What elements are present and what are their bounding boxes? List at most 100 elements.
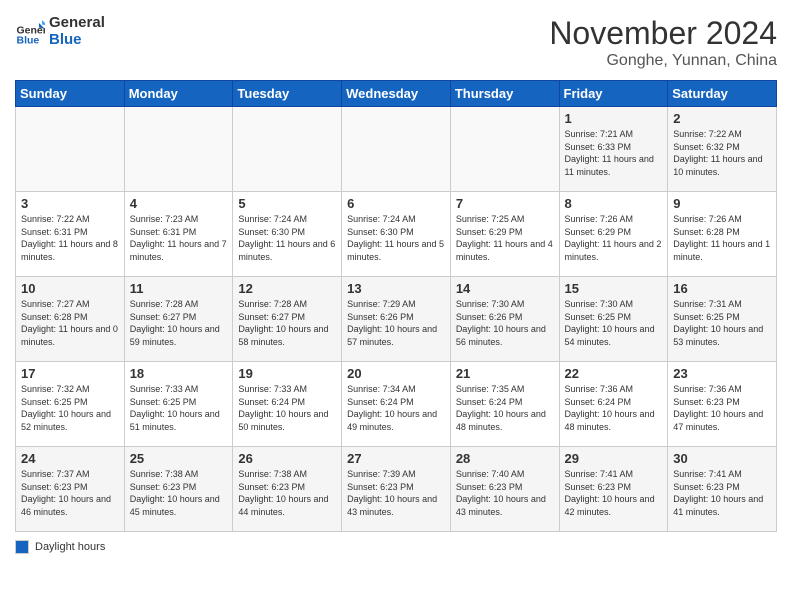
day-info: Sunrise: 7:22 AM Sunset: 6:32 PM Dayligh… (673, 128, 771, 178)
day-cell (450, 107, 559, 192)
day-number: 5 (238, 196, 336, 211)
legend-label: Daylight hours (35, 541, 105, 553)
day-info: Sunrise: 7:34 AM Sunset: 6:24 PM Dayligh… (347, 383, 445, 433)
day-info: Sunrise: 7:30 AM Sunset: 6:26 PM Dayligh… (456, 298, 554, 348)
day-info: Sunrise: 7:28 AM Sunset: 6:27 PM Dayligh… (238, 298, 336, 348)
day-info: Sunrise: 7:33 AM Sunset: 6:25 PM Dayligh… (130, 383, 228, 433)
day-number: 1 (565, 111, 663, 126)
day-cell: 4 Sunrise: 7:23 AM Sunset: 6:31 PM Daylig… (124, 192, 233, 277)
day-cell (233, 107, 342, 192)
day-info: Sunrise: 7:38 AM Sunset: 6:23 PM Dayligh… (130, 468, 228, 518)
day-cell: 27 Sunrise: 7:39 AM Sunset: 6:23 PM Dayli… (342, 447, 451, 532)
day-cell: 16 Sunrise: 7:31 AM Sunset: 6:25 PM Dayli… (668, 277, 777, 362)
day-info: Sunrise: 7:32 AM Sunset: 6:25 PM Dayligh… (21, 383, 119, 433)
day-number: 22 (565, 366, 663, 381)
day-cell: 2 Sunrise: 7:22 AM Sunset: 6:32 PM Daylig… (668, 107, 777, 192)
calendar-header: Sunday Monday Tuesday Wednesday Thursday… (16, 81, 777, 107)
day-number: 19 (238, 366, 336, 381)
calendar-table: Sunday Monday Tuesday Wednesday Thursday… (15, 80, 777, 532)
day-info: Sunrise: 7:41 AM Sunset: 6:23 PM Dayligh… (565, 468, 663, 518)
day-number: 6 (347, 196, 445, 211)
day-number: 13 (347, 281, 445, 296)
day-info: Sunrise: 7:36 AM Sunset: 6:23 PM Dayligh… (673, 383, 771, 433)
day-number: 26 (238, 451, 336, 466)
day-cell: 25 Sunrise: 7:38 AM Sunset: 6:23 PM Dayli… (124, 447, 233, 532)
day-number: 20 (347, 366, 445, 381)
day-number: 27 (347, 451, 445, 466)
day-number: 17 (21, 366, 119, 381)
col-saturday: Saturday (668, 81, 777, 107)
day-number: 8 (565, 196, 663, 211)
day-cell: 19 Sunrise: 7:33 AM Sunset: 6:24 PM Dayli… (233, 362, 342, 447)
day-info: Sunrise: 7:41 AM Sunset: 6:23 PM Dayligh… (673, 468, 771, 518)
day-number: 25 (130, 451, 228, 466)
day-cell (124, 107, 233, 192)
day-cell: 10 Sunrise: 7:27 AM Sunset: 6:28 PM Dayli… (16, 277, 125, 362)
day-cell: 26Sunrise: 7:38 AM Sunset: 6:23 PM Dayli… (233, 447, 342, 532)
day-number: 28 (456, 451, 554, 466)
day-number: 10 (21, 281, 119, 296)
day-number: 14 (456, 281, 554, 296)
day-info: Sunrise: 7:25 AM Sunset: 6:29 PM Dayligh… (456, 213, 554, 263)
day-cell: 30 Sunrise: 7:41 AM Sunset: 6:23 PM Dayli… (668, 447, 777, 532)
day-cell (16, 107, 125, 192)
day-cell: 1 Sunrise: 7:21 AM Sunset: 6:33 PM Daylig… (559, 107, 668, 192)
logo-text-line2: Blue (49, 32, 105, 49)
day-cell: 11Sunrise: 7:28 AM Sunset: 6:27 PM Dayli… (124, 277, 233, 362)
day-info: Sunrise: 7:27 AM Sunset: 6:28 PM Dayligh… (21, 298, 119, 348)
day-cell: 17 Sunrise: 7:32 AM Sunset: 6:25 PM Dayli… (16, 362, 125, 447)
day-number: 29 (565, 451, 663, 466)
day-number: 16 (673, 281, 771, 296)
day-cell: 12 Sunrise: 7:28 AM Sunset: 6:27 PM Dayli… (233, 277, 342, 362)
day-cell: 15 Sunrise: 7:30 AM Sunset: 6:25 PM Dayli… (559, 277, 668, 362)
day-info: Sunrise: 7:31 AM Sunset: 6:25 PM Dayligh… (673, 298, 771, 348)
day-cell: 8 Sunrise: 7:26 AM Sunset: 6:29 PM Daylig… (559, 192, 668, 277)
col-thursday: Thursday (450, 81, 559, 107)
day-info: Sunrise: 7:39 AM Sunset: 6:23 PM Dayligh… (347, 468, 445, 518)
day-cell: 21Sunrise: 7:35 AM Sunset: 6:24 PM Dayli… (450, 362, 559, 447)
day-cell: 13 Sunrise: 7:29 AM Sunset: 6:26 PM Dayli… (342, 277, 451, 362)
day-info: Sunrise: 7:26 AM Sunset: 6:28 PM Dayligh… (673, 213, 771, 263)
logo-icon: General Blue (15, 17, 45, 47)
day-number: 2 (673, 111, 771, 126)
day-cell: 28 Sunrise: 7:40 AM Sunset: 6:23 PM Dayli… (450, 447, 559, 532)
day-info: Sunrise: 7:23 AM Sunset: 6:31 PM Dayligh… (130, 213, 228, 263)
day-info: Sunrise: 7:24 AM Sunset: 6:30 PM Dayligh… (347, 213, 445, 263)
day-info: Sunrise: 7:22 AM Sunset: 6:31 PM Dayligh… (21, 213, 119, 263)
week-row-4: 24Sunrise: 7:37 AM Sunset: 6:23 PM Dayli… (16, 447, 777, 532)
day-number: 23 (673, 366, 771, 381)
day-cell: 23 Sunrise: 7:36 AM Sunset: 6:23 PM Dayli… (668, 362, 777, 447)
day-number: 3 (21, 196, 119, 211)
day-cell: 9Sunrise: 7:26 AM Sunset: 6:28 PM Daylig… (668, 192, 777, 277)
day-number: 4 (130, 196, 228, 211)
week-row-0: 1 Sunrise: 7:21 AM Sunset: 6:33 PM Daylig… (16, 107, 777, 192)
legend: Daylight hours (15, 540, 777, 554)
day-number: 18 (130, 366, 228, 381)
day-cell: 29 Sunrise: 7:41 AM Sunset: 6:23 PM Dayli… (559, 447, 668, 532)
calendar-body: 1 Sunrise: 7:21 AM Sunset: 6:33 PM Daylig… (16, 107, 777, 532)
day-number: 12 (238, 281, 336, 296)
day-cell: 7Sunrise: 7:25 AM Sunset: 6:29 PM Daylig… (450, 192, 559, 277)
day-info: Sunrise: 7:26 AM Sunset: 6:29 PM Dayligh… (565, 213, 663, 263)
day-cell: 14 Sunrise: 7:30 AM Sunset: 6:26 PM Dayli… (450, 277, 559, 362)
day-cell (342, 107, 451, 192)
col-tuesday: Tuesday (233, 81, 342, 107)
day-number: 15 (565, 281, 663, 296)
day-info: Sunrise: 7:40 AM Sunset: 6:23 PM Dayligh… (456, 468, 554, 518)
logo: General Blue General Blue (15, 15, 105, 48)
col-monday: Monday (124, 81, 233, 107)
day-cell: 5 Sunrise: 7:24 AM Sunset: 6:30 PM Daylig… (233, 192, 342, 277)
day-info: Sunrise: 7:24 AM Sunset: 6:30 PM Dayligh… (238, 213, 336, 263)
title-block: November 2024 Gonghe, Yunnan, China (549, 15, 777, 70)
day-info: Sunrise: 7:30 AM Sunset: 6:25 PM Dayligh… (565, 298, 663, 348)
day-number: 24 (21, 451, 119, 466)
day-number: 30 (673, 451, 771, 466)
col-friday: Friday (559, 81, 668, 107)
day-cell: 20 Sunrise: 7:34 AM Sunset: 6:24 PM Dayli… (342, 362, 451, 447)
day-info: Sunrise: 7:21 AM Sunset: 6:33 PM Dayligh… (565, 128, 663, 178)
day-info: Sunrise: 7:33 AM Sunset: 6:24 PM Dayligh… (238, 383, 336, 433)
day-info: Sunrise: 7:29 AM Sunset: 6:26 PM Dayligh… (347, 298, 445, 348)
col-wednesday: Wednesday (342, 81, 451, 107)
week-row-1: 3 Sunrise: 7:22 AM Sunset: 6:31 PM Daylig… (16, 192, 777, 277)
day-info: Sunrise: 7:35 AM Sunset: 6:24 PM Dayligh… (456, 383, 554, 433)
